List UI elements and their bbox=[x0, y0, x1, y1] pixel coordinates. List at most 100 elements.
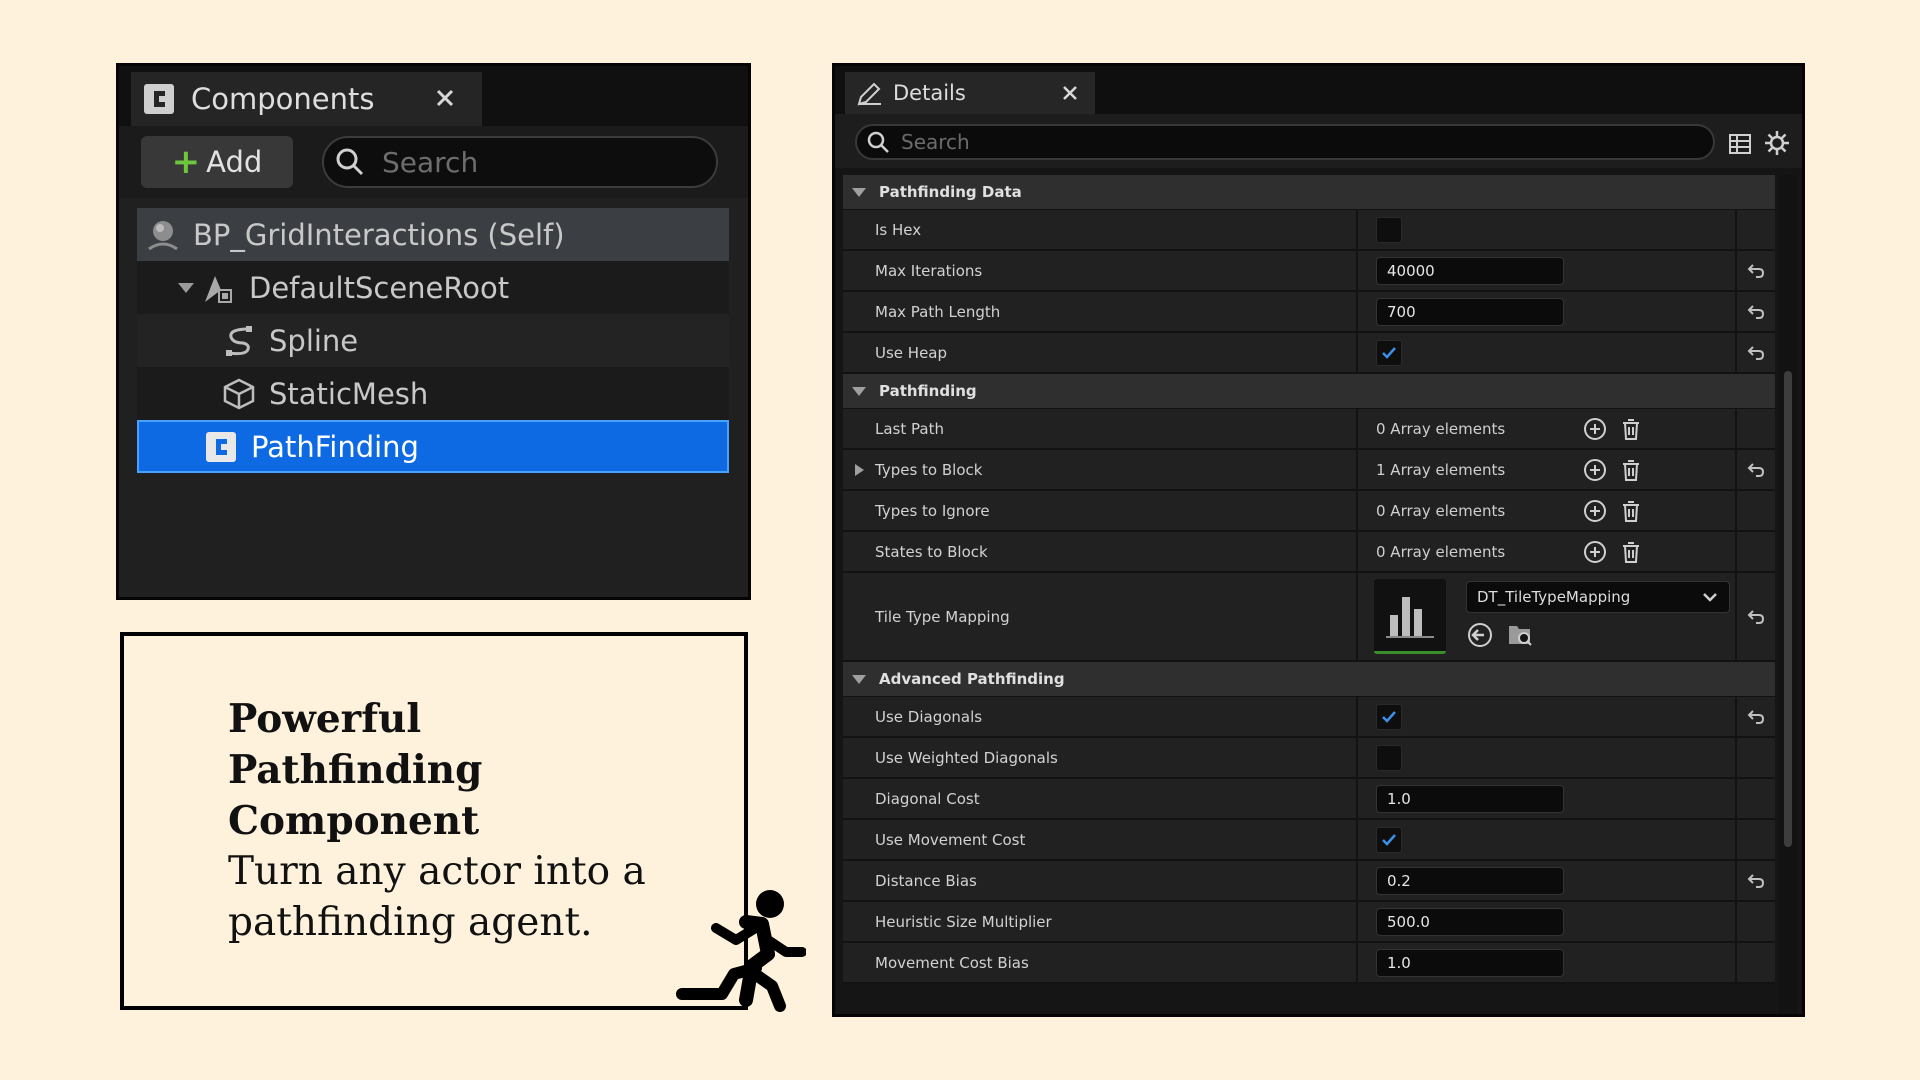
property-row-types-to-block: Types to Block 1 Array elements bbox=[843, 450, 1775, 491]
category-pathfinding[interactable]: Pathfinding bbox=[843, 374, 1775, 409]
tree-item-label: StaticMesh bbox=[269, 376, 429, 411]
search-icon bbox=[336, 148, 364, 176]
tree-item-pathfinding[interactable]: PathFinding bbox=[137, 420, 729, 473]
property-list: Pathfinding Data Is Hex Max Iterations 4… bbox=[843, 175, 1775, 984]
tree-item-staticmesh[interactable]: StaticMesh bbox=[137, 367, 729, 420]
movement-cost-bias-input[interactable]: 1.0 bbox=[1376, 948, 1564, 977]
is-hex-checkbox[interactable] bbox=[1376, 216, 1402, 243]
property-row-max-path-length: Max Path Length 700 bbox=[843, 292, 1775, 333]
trash-icon[interactable] bbox=[1618, 539, 1644, 565]
gear-icon[interactable] bbox=[1764, 130, 1790, 156]
tree-item-self[interactable]: BP_GridInteractions (Self) bbox=[137, 208, 729, 261]
tab-components[interactable]: Components bbox=[131, 72, 482, 126]
tree-item-defaultsceneroot[interactable]: DefaultSceneRoot bbox=[137, 261, 729, 314]
array-count: 1 Array elements bbox=[1376, 460, 1506, 479]
trash-icon[interactable] bbox=[1618, 416, 1644, 442]
use-selected-asset-icon[interactable] bbox=[1466, 621, 1494, 649]
max-path-length-input[interactable]: 700 bbox=[1376, 297, 1564, 326]
chevron-right-icon[interactable] bbox=[851, 462, 867, 478]
actor-component-icon bbox=[144, 84, 174, 114]
chevron-down-icon[interactable] bbox=[849, 182, 869, 202]
property-row-states-to-block: States to Block 0 Array elements bbox=[843, 532, 1775, 573]
scrollbar-thumb[interactable] bbox=[1784, 371, 1792, 847]
distance-bias-input[interactable]: 0.2 bbox=[1376, 866, 1564, 895]
property-label: Use Diagonals bbox=[843, 697, 1358, 736]
chevron-down-icon[interactable] bbox=[849, 381, 869, 401]
property-matrix-icon[interactable] bbox=[1728, 132, 1752, 156]
checkmark-icon bbox=[1382, 833, 1396, 846]
asset-thumbnail[interactable] bbox=[1374, 579, 1446, 654]
close-icon[interactable] bbox=[432, 85, 458, 111]
asset-picker-value: DT_TileTypeMapping bbox=[1477, 588, 1631, 606]
use-weighted-diagonals-checkbox[interactable] bbox=[1376, 744, 1402, 771]
category-label: Pathfinding bbox=[879, 382, 977, 400]
reset-to-default-icon[interactable] bbox=[1746, 261, 1766, 281]
property-label: Use Heap bbox=[843, 333, 1358, 372]
checkmark-icon bbox=[1382, 346, 1396, 359]
property-row-use-heap: Use Heap bbox=[843, 333, 1775, 374]
components-search-input[interactable]: Search bbox=[322, 136, 718, 188]
search-placeholder: Search bbox=[901, 130, 970, 154]
tree-item-label: Spline bbox=[269, 323, 359, 358]
trash-icon[interactable] bbox=[1618, 457, 1644, 483]
property-row-use-movement-cost: Use Movement Cost bbox=[843, 820, 1775, 861]
details-panel: Details Search Pathfinding Data Is Hex M… bbox=[832, 63, 1805, 1017]
tab-details[interactable]: Details bbox=[845, 72, 1095, 114]
add-element-icon[interactable] bbox=[1582, 539, 1608, 565]
trash-icon[interactable] bbox=[1618, 498, 1644, 524]
add-component-button[interactable]: + Add bbox=[141, 136, 293, 188]
category-label: Pathfinding Data bbox=[879, 183, 1022, 201]
heuristic-size-multiplier-input[interactable]: 500.0 bbox=[1376, 907, 1564, 936]
tree-item-label: PathFinding bbox=[251, 429, 419, 464]
asset-picker-combo[interactable]: DT_TileTypeMapping bbox=[1466, 581, 1730, 613]
property-label: Diagonal Cost bbox=[843, 779, 1358, 818]
property-label: Max Path Length bbox=[843, 292, 1358, 331]
property-row-movement-cost-bias: Movement Cost Bias 1.0 bbox=[843, 943, 1775, 984]
data-table-icon bbox=[1386, 597, 1434, 638]
reset-to-default-icon[interactable] bbox=[1746, 302, 1766, 322]
chevron-down-icon[interactable] bbox=[849, 669, 869, 689]
use-diagonals-checkbox[interactable] bbox=[1376, 703, 1402, 730]
property-label: Tile Type Mapping bbox=[843, 573, 1358, 660]
use-movement-cost-checkbox[interactable] bbox=[1376, 826, 1402, 853]
property-label: States to Block bbox=[843, 532, 1358, 571]
array-count: 0 Array elements bbox=[1376, 419, 1506, 438]
category-advanced-pathfinding[interactable]: Advanced Pathfinding bbox=[843, 662, 1775, 697]
browse-asset-icon[interactable] bbox=[1506, 621, 1534, 649]
property-label: Max Iterations bbox=[843, 251, 1358, 290]
close-icon[interactable] bbox=[1061, 84, 1079, 102]
running-person-icon bbox=[676, 890, 806, 1012]
details-tab-bar: Details bbox=[835, 66, 1802, 114]
category-pathfinding-data[interactable]: Pathfinding Data bbox=[843, 175, 1775, 210]
category-label: Advanced Pathfinding bbox=[879, 670, 1065, 688]
tree-item-spline[interactable]: Spline bbox=[137, 314, 729, 367]
tree-item-label: DefaultSceneRoot bbox=[249, 270, 510, 305]
max-iterations-input[interactable]: 40000 bbox=[1376, 256, 1564, 285]
diagonal-cost-input[interactable]: 1.0 bbox=[1376, 784, 1564, 813]
reset-to-default-icon[interactable] bbox=[1746, 343, 1766, 363]
chevron-down-icon[interactable] bbox=[175, 277, 197, 299]
property-label-text: Types to Block bbox=[875, 460, 983, 479]
components-toolbar: + Add Search bbox=[119, 126, 748, 198]
details-scrollbar[interactable] bbox=[1779, 175, 1797, 1014]
array-count: 0 Array elements bbox=[1376, 501, 1506, 520]
property-label: Is Hex bbox=[843, 210, 1358, 249]
reset-to-default-icon[interactable] bbox=[1746, 607, 1766, 627]
use-heap-checkbox[interactable] bbox=[1376, 339, 1402, 366]
reset-to-default-icon[interactable] bbox=[1746, 871, 1766, 891]
reset-to-default-icon[interactable] bbox=[1746, 460, 1766, 480]
property-row-types-to-ignore: Types to Ignore 0 Array elements bbox=[843, 491, 1775, 532]
feature-description: Turn any actor into a pathfinding agent. bbox=[228, 849, 646, 945]
checkmark-icon bbox=[1382, 710, 1396, 723]
property-label: Last Path bbox=[843, 409, 1358, 448]
details-search-input[interactable]: Search bbox=[855, 124, 1715, 160]
add-element-icon[interactable] bbox=[1582, 498, 1608, 524]
details-search-row: Search bbox=[835, 114, 1802, 168]
add-element-icon[interactable] bbox=[1582, 457, 1608, 483]
add-button-label: Add bbox=[206, 145, 263, 179]
reset-to-default-icon[interactable] bbox=[1746, 707, 1766, 727]
components-panel: Components + Add Search BP_GridInteracti… bbox=[116, 63, 751, 600]
add-element-icon[interactable] bbox=[1582, 416, 1608, 442]
property-label: Use Movement Cost bbox=[843, 820, 1358, 859]
actor-component-icon bbox=[206, 431, 236, 462]
